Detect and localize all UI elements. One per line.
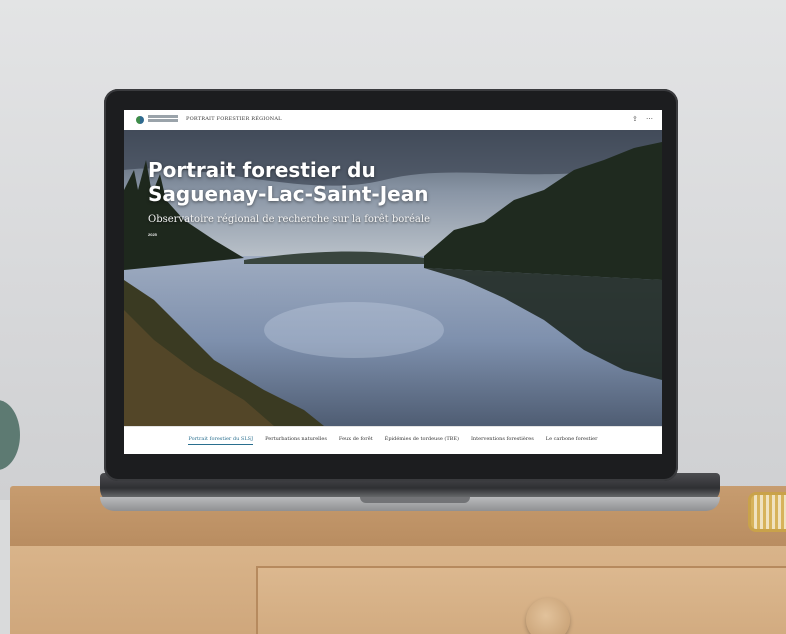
nav-item-feux[interactable]: Feux de forêt — [339, 436, 373, 445]
hero-banner: Portrait forestier du Saguenay-Lac-Saint… — [124, 130, 662, 426]
photo-scene: PORTRAIT FORESTIER RÉGIONAL ⇪ ⋯ Portrait… — [0, 0, 786, 634]
nav-item-interventions[interactable]: Interventions forestières — [471, 436, 534, 445]
notebook-coil-decoration — [748, 492, 786, 532]
laptop-screen: PORTRAIT FORESTIER RÉGIONAL ⇪ ⋯ Portrait… — [124, 110, 662, 454]
nav-items: Portrait forestier du SLSJ Perturbations… — [124, 436, 662, 445]
nav-item-carbone[interactable]: Le carbone forestier — [546, 436, 598, 445]
more-options-icon[interactable]: ⋯ — [646, 115, 653, 125]
nav-item-portrait[interactable]: Portrait forestier du SLSJ — [188, 436, 254, 445]
nav-item-perturbations[interactable]: Perturbations naturelles — [265, 436, 327, 445]
nav-item-epidemies[interactable]: Épidémies de tordeuse (TBE) — [385, 436, 459, 445]
desk-drawer — [256, 566, 786, 634]
app-title: PORTRAIT FORESTIER RÉGIONAL — [186, 116, 282, 122]
hero-subtitle: Observatoire régional de recherche sur l… — [148, 214, 431, 225]
section-navigation: Portrait forestier du SLSJ Perturbations… — [124, 426, 662, 454]
logo-wordmark — [148, 115, 178, 125]
drawer-knob — [526, 598, 570, 634]
laptop-opening-notch — [360, 497, 470, 503]
share-icon[interactable]: ⇪ — [632, 115, 638, 125]
app-header: PORTRAIT FORESTIER RÉGIONAL ⇪ ⋯ — [124, 110, 662, 130]
organization-logo-icon[interactable] — [136, 116, 144, 124]
hero-year: 2025 — [148, 232, 157, 237]
hero-title: Portrait forestier du Saguenay-Lac-Saint… — [148, 158, 429, 206]
